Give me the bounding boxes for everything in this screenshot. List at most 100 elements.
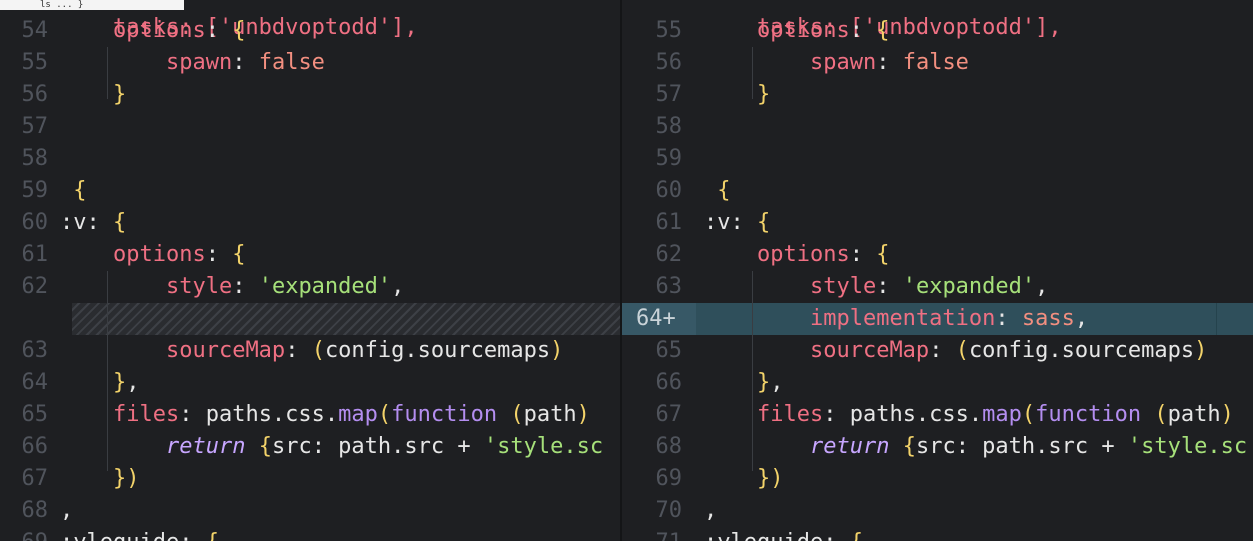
code-line[interactable]: 68,: [0, 495, 620, 527]
code-text: sourceMap: (config.sourcemaps): [165, 338, 564, 363]
code-text: options: {: [756, 18, 890, 43]
code-text: }: [756, 82, 771, 107]
code-line[interactable]: 62 style: 'expanded',: [0, 271, 620, 303]
line-number: 66: [21, 434, 49, 459]
code-line[interactable]: 55 options: {: [622, 15, 1253, 47]
line-number: 64: [21, 370, 49, 395]
code-text: files: paths.css.map(function (path): [756, 402, 1234, 427]
code-line[interactable]: 60 :v: {: [0, 207, 620, 239]
line-number: 58: [21, 146, 49, 171]
line-number: 54: [21, 18, 49, 43]
code-line[interactable]: 57: [0, 111, 620, 143]
code-text: style: 'expanded',: [165, 274, 405, 299]
code-text: return {src: path.src + 'style.sc: [165, 434, 604, 459]
line-number: 66: [655, 370, 683, 395]
partial-line: tasks: ['unbdvoptodd'],: [622, 0, 1253, 40]
code-text: files: paths.css.map(function (path): [112, 402, 590, 427]
line-number: 70: [655, 498, 683, 523]
code-text: return {src: path.src + 'style.sc: [809, 434, 1248, 459]
line-number: 59: [655, 146, 683, 171]
line-number: 65: [21, 402, 49, 427]
code-text: :yleguide: {: [704, 527, 863, 541]
code-line[interactable]: 65 sourceMap: (config.sourcemaps): [622, 335, 1253, 367]
code-line[interactable]: 70,: [622, 495, 1253, 527]
code-text: spawn: false: [165, 50, 325, 75]
code-line[interactable]: 68 return {src: path.src + 'style.sc: [622, 431, 1253, 463]
code-line[interactable]: 65 files: paths.css.map(function (path): [0, 399, 620, 431]
indent-guide: [752, 47, 753, 99]
code-text: {: [717, 178, 731, 203]
code-text: :yleguide: {: [60, 527, 219, 541]
code-line[interactable]: 66 return {src: path.src + 'style.sc: [0, 431, 620, 463]
code-line[interactable]: 64 },: [0, 367, 620, 399]
line-number: 67: [21, 466, 49, 491]
code-text: options: {: [112, 18, 246, 43]
code-line[interactable]: 56 spawn: false: [622, 47, 1253, 79]
code-line[interactable]: 66 },: [622, 367, 1253, 399]
code-text: implementation: sass,: [809, 306, 1089, 331]
line-number: 61: [655, 210, 683, 235]
added-line[interactable]: 64+ implementation: sass,: [622, 303, 1253, 335]
left-diff-pane[interactable]: tasks: ['unbdvoptodd'], 54 options: {55 …: [0, 0, 620, 541]
line-number: 68: [21, 498, 49, 523]
code-line[interactable]: 61:v: {: [622, 207, 1253, 239]
code-line[interactable]: 69 }): [622, 463, 1253, 495]
line-number: 55: [21, 50, 49, 75]
indent-guide: [752, 271, 753, 471]
code-line[interactable]: 63 style: 'expanded',: [622, 271, 1253, 303]
line-number: 57: [655, 82, 683, 107]
code-line[interactable]: 55 spawn: false: [0, 47, 620, 79]
code-line[interactable]: 56 }: [0, 79, 620, 111]
pane-divider[interactable]: [620, 0, 622, 541]
code-text: ,: [60, 498, 74, 523]
code-text: }: [112, 82, 127, 107]
code-line[interactable]: 71 :yleguide: {: [622, 527, 1253, 541]
code-line[interactable]: 61 options: {: [0, 239, 620, 271]
code-text: :v: {: [60, 210, 127, 235]
code-text: options: {: [112, 242, 246, 267]
line-number: 58: [655, 114, 683, 139]
line-number: 64+: [622, 303, 696, 335]
added-line-edge: [1216, 303, 1217, 335]
code-text: sourceMap: (config.sourcemaps): [809, 338, 1208, 363]
line-number: 68: [655, 434, 683, 459]
code-text: style: 'expanded',: [809, 274, 1049, 299]
indent-guide: [107, 47, 108, 99]
line-number: 71: [622, 527, 683, 541]
line-number: 62: [21, 274, 49, 299]
code-line[interactable]: 57 }: [622, 79, 1253, 111]
code-line[interactable]: 59: [622, 143, 1253, 175]
line-number: 60: [21, 210, 49, 235]
line-number: 55: [655, 18, 683, 43]
code-text: },: [756, 370, 784, 395]
tooltip: ls ... }: [0, 0, 184, 10]
line-number: 56: [655, 50, 683, 75]
line-number: 61: [21, 242, 49, 267]
code-line[interactable]: 62 options: {: [622, 239, 1253, 271]
code-text: },: [112, 370, 140, 395]
line-number: 69: [0, 527, 49, 541]
line-number: 63: [655, 274, 683, 299]
right-diff-pane[interactable]: tasks: ['unbdvoptodd'], 55 options: {56 …: [622, 0, 1253, 541]
code-line[interactable]: 67 files: paths.css.map(function (path): [622, 399, 1253, 431]
code-text: options: {: [756, 242, 890, 267]
line-number: 65: [655, 338, 683, 363]
line-number: 59: [21, 178, 49, 203]
code-line[interactable]: 69 :yleguide: {: [0, 527, 620, 541]
code-text: ,: [704, 498, 718, 523]
line-number: 67: [655, 402, 683, 427]
code-line[interactable]: 58: [0, 143, 620, 175]
diff-placeholder-line[interactable]: [0, 303, 620, 335]
deleted-line-hatch: [72, 303, 620, 335]
code-line[interactable]: 54 options: {: [0, 15, 620, 47]
code-text: {: [73, 178, 87, 203]
code-line[interactable]: 63 sourceMap: (config.sourcemaps): [0, 335, 620, 367]
code-line[interactable]: 58: [622, 111, 1253, 143]
indent-guide: [107, 271, 108, 471]
line-number: 60: [655, 178, 683, 203]
code-line[interactable]: 67 }): [0, 463, 620, 495]
code-line[interactable]: 60 {: [622, 175, 1253, 207]
code-line[interactable]: 59 {: [0, 175, 620, 207]
line-number: 69: [655, 466, 683, 491]
line-number: 57: [21, 114, 49, 139]
